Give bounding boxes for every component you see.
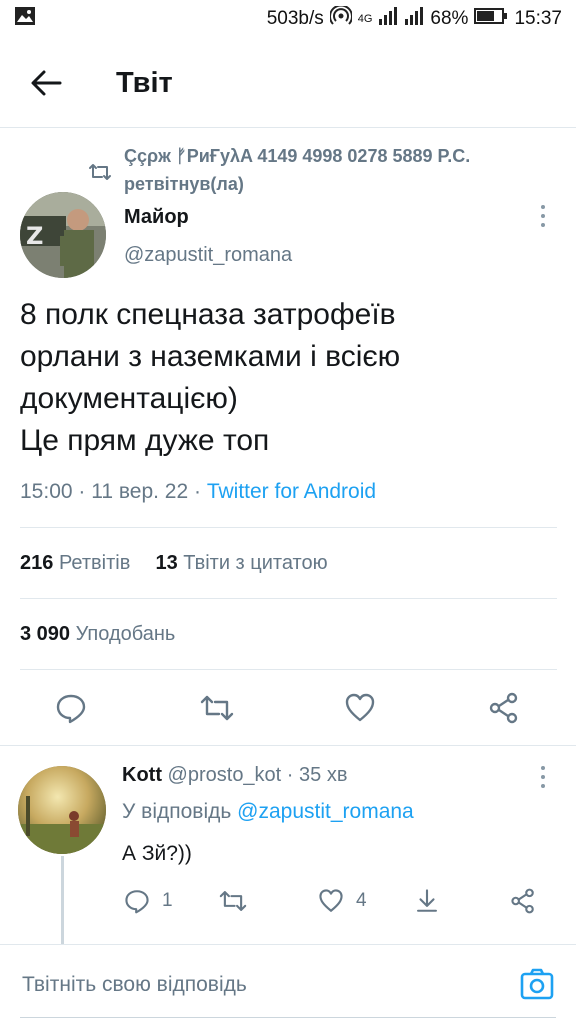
reply-icon[interactable]	[55, 692, 87, 724]
battery-percent: 68%	[430, 8, 469, 29]
retweet-icon	[88, 162, 112, 182]
clock: 15:37	[514, 8, 562, 29]
likes-stats[interactable]: 3 090 Уподобань	[20, 623, 175, 646]
reply-reply-button[interactable]: 1	[124, 884, 173, 918]
thread-line	[61, 856, 64, 944]
network-type: 4G	[357, 13, 373, 25]
tweet-line: документацією)	[20, 382, 238, 415]
tweet-text: 8 полк спецназа затрофеїв орлани з назем…	[20, 294, 560, 462]
retweets-label: Ретвітів	[58, 552, 131, 574]
tweet-source[interactable]: Twitter for Android	[207, 480, 376, 503]
reply-icon	[125, 890, 149, 914]
camera-icon[interactable]	[520, 967, 554, 1001]
tweet-line: Це прям дуже топ	[20, 424, 270, 457]
reply-author-handle[interactable]: @prosto_kot	[168, 764, 282, 786]
network-speed: 503b/s	[266, 8, 324, 29]
reply-avatar[interactable]	[18, 766, 106, 854]
retweet-label: ретвітнув(ла)	[124, 174, 244, 194]
retweets-count: 216	[20, 552, 54, 574]
share-icon	[511, 888, 534, 914]
hotspot-icon	[328, 4, 353, 32]
retweet-icon	[219, 891, 247, 911]
compose-bar: Твітніть свою відповідь	[0, 944, 576, 1024]
tweet-line: 8 полк спецназа затрофеїв	[20, 298, 396, 331]
avatar[interactable]: Z	[20, 192, 106, 278]
app-header: Твіт	[0, 38, 576, 128]
retweet-icon[interactable]	[199, 692, 234, 724]
battery-icon	[474, 7, 508, 31]
more-icon[interactable]	[539, 766, 547, 792]
reply-header: Kott @prosto_kot · 35 хв	[122, 764, 347, 787]
reply-actions: 1 4	[110, 884, 560, 918]
divider	[0, 745, 576, 746]
reply-retweet-button[interactable]	[218, 884, 248, 918]
share-icon[interactable]	[488, 692, 520, 724]
author-handle[interactable]: @zapustit_romana	[124, 244, 292, 267]
divider	[20, 598, 557, 599]
status-bar: 503b/s 4G 68% 15:37	[0, 0, 576, 38]
replying-mention[interactable]: @zapustit_romana	[237, 800, 414, 823]
signal-icon	[378, 6, 424, 32]
more-icon[interactable]	[539, 205, 547, 231]
divider	[20, 669, 557, 670]
reply-bookmark-button[interactable]	[414, 884, 440, 918]
compose-underline	[20, 1017, 556, 1018]
replying-prefix: У відповідь	[122, 800, 238, 823]
tweet-line: орлани з наземками і всією	[20, 340, 401, 373]
like-icon[interactable]	[344, 692, 376, 724]
reply-count: 1	[162, 890, 173, 911]
tweet-timestamp: 15:00 · 11 вер. 22 ·	[20, 480, 207, 503]
image-icon	[14, 6, 36, 32]
quotes-count: 13	[155, 552, 178, 574]
like-icon	[319, 889, 343, 912]
retweet-stats[interactable]: 216 Ретвітів 13 Твіти з цитатою	[20, 552, 328, 575]
page-title: Твіт	[116, 67, 173, 99]
retweeter-name[interactable]: Ççρж ᚠPиҒуλA 4149 4998 0278 5889 P.C.	[124, 146, 470, 167]
likes-count: 3 090	[20, 623, 71, 645]
reply-like-button[interactable]: 4	[318, 884, 367, 918]
svg-text:Z: Z	[26, 222, 43, 250]
reply-time: · 35 хв	[281, 764, 348, 786]
divider	[20, 527, 557, 528]
like-count: 4	[356, 890, 367, 911]
back-arrow-icon[interactable]	[28, 65, 64, 101]
likes-label: Уподобань	[75, 623, 176, 645]
bookmark-icon	[417, 889, 437, 912]
author-name[interactable]: Майор	[124, 206, 189, 229]
tweet-actions	[0, 686, 576, 732]
reply-share-button[interactable]	[510, 884, 536, 918]
quotes-label: Твіти з цитатою	[183, 552, 328, 574]
compose-input[interactable]: Твітніть свою відповідь	[22, 973, 247, 997]
reply-author-name[interactable]: Kott	[122, 764, 162, 786]
tweet-meta: 15:00 · 11 вер. 22 · Twitter for Android	[20, 480, 376, 504]
replying-to: У відповідь @zapustit_romana	[122, 800, 414, 824]
reply-text: А Зй?))	[122, 842, 192, 865]
